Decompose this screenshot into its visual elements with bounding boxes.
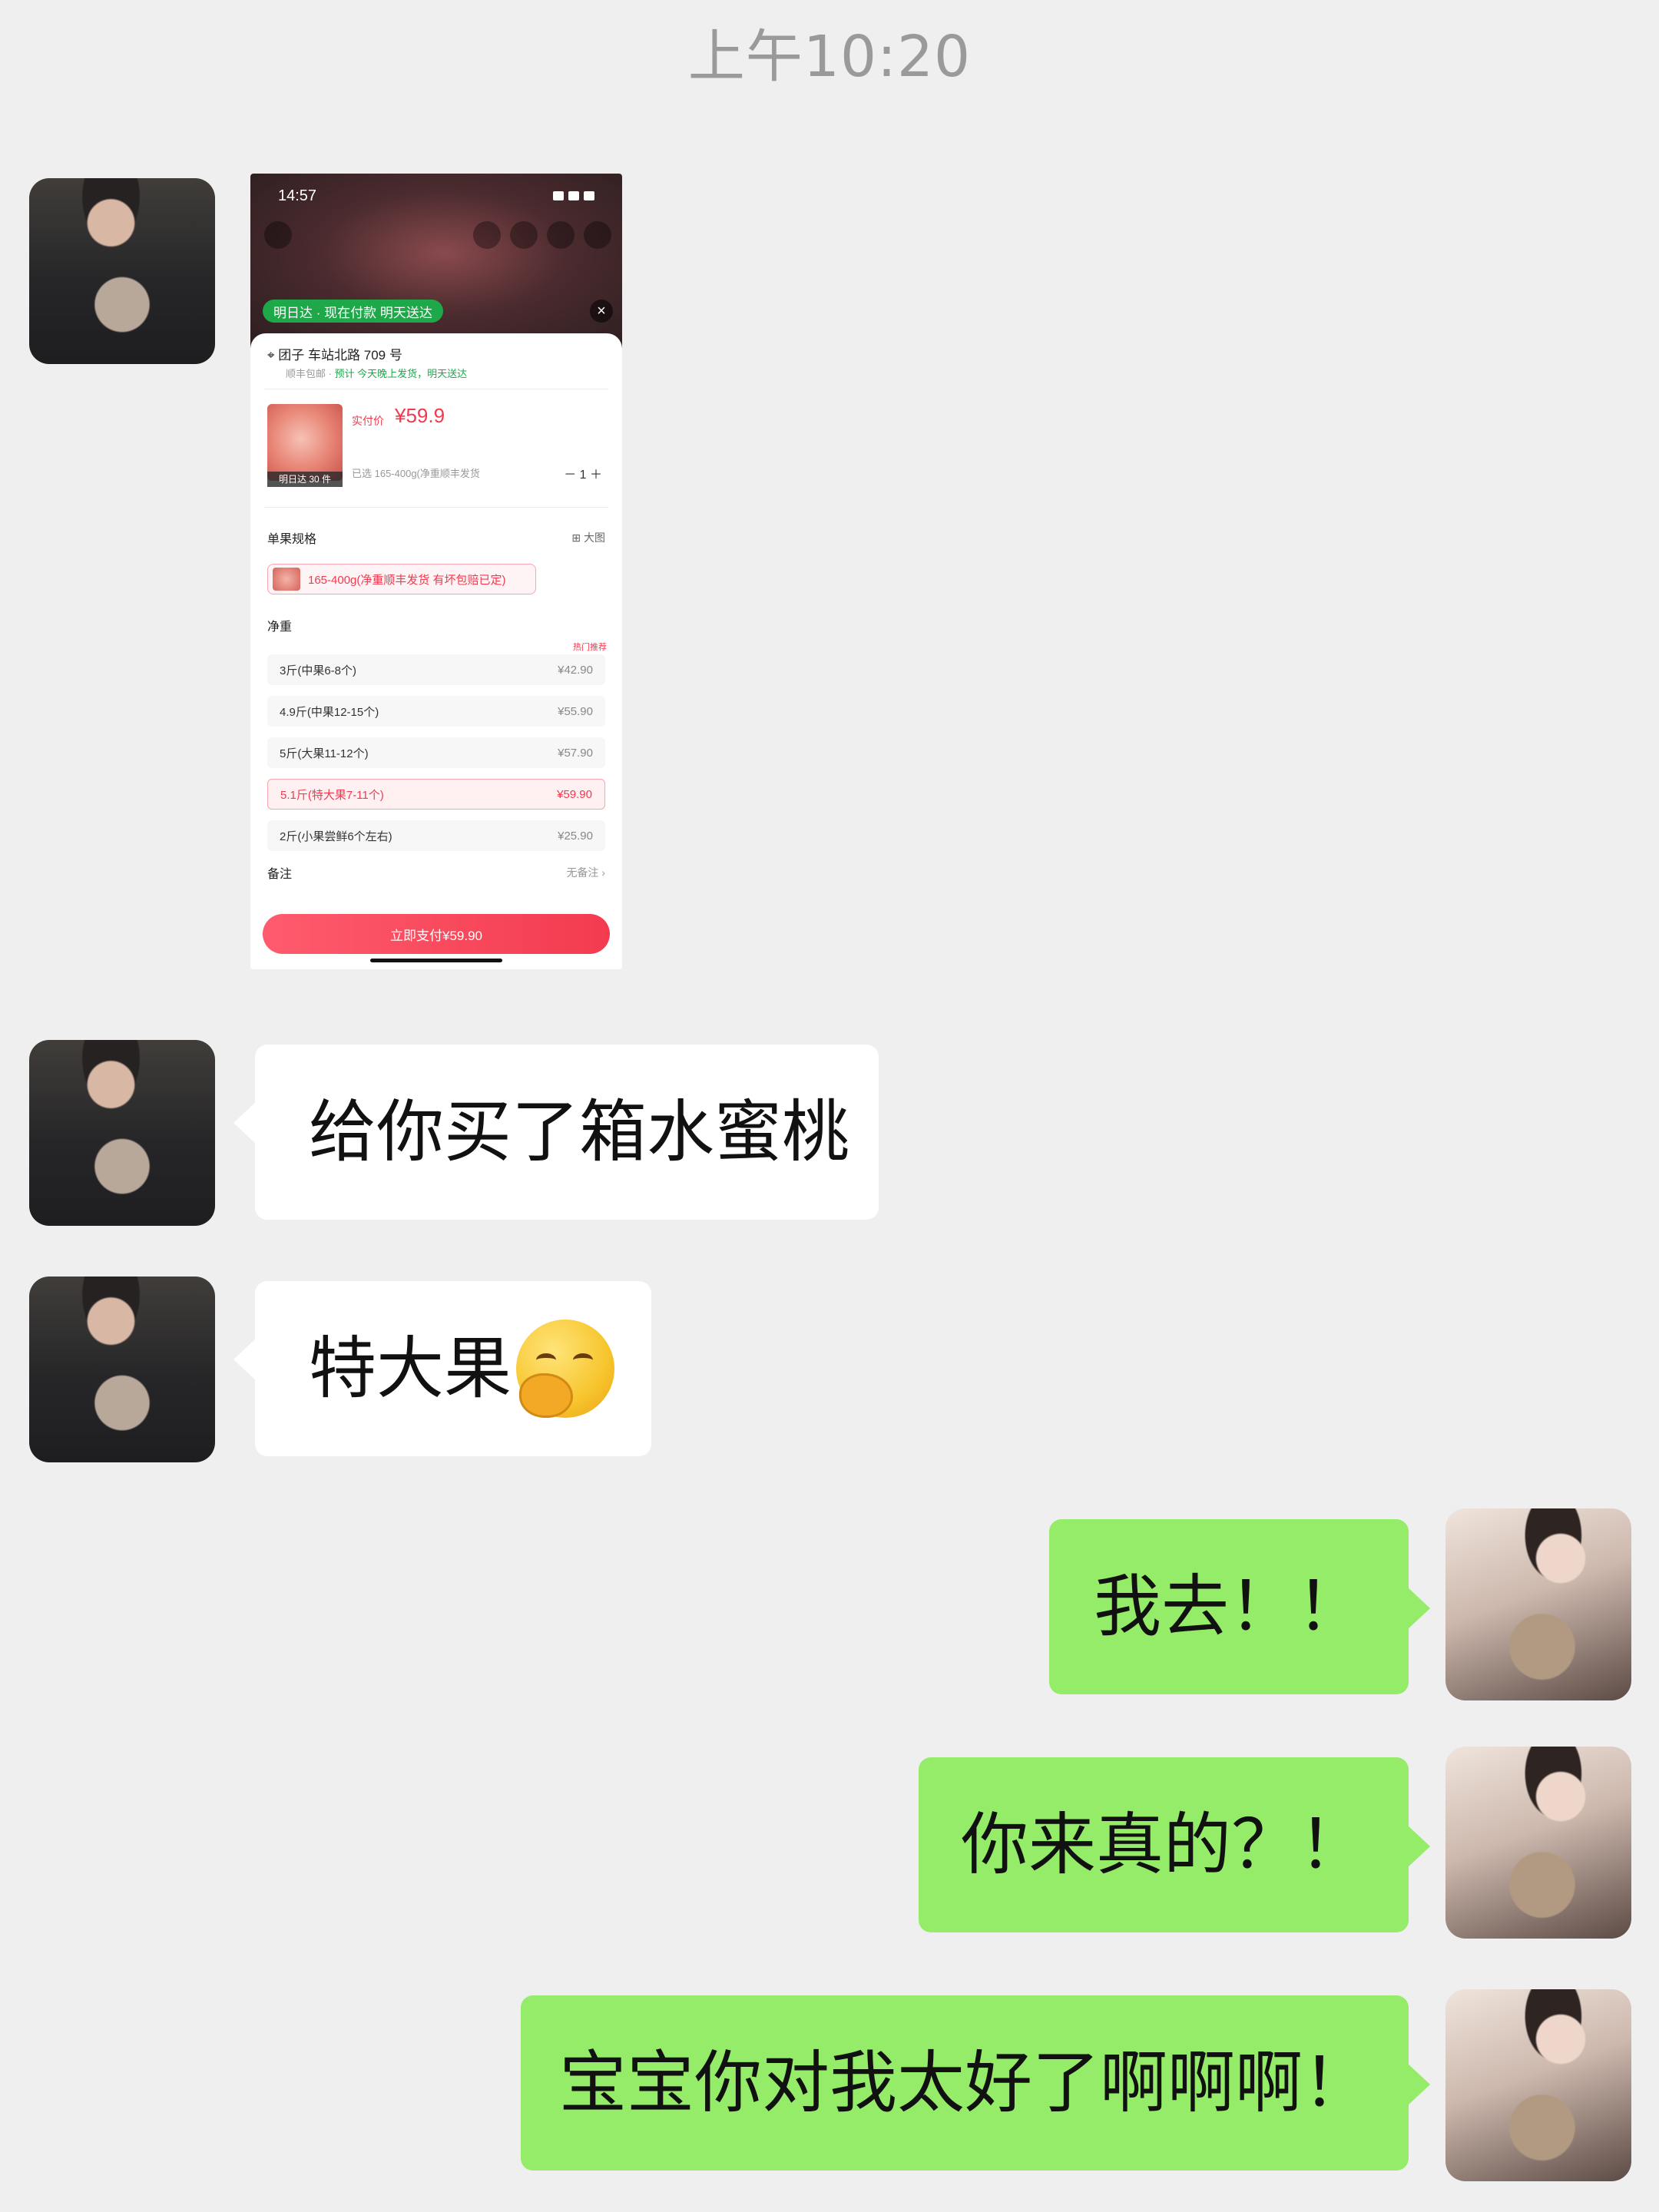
close-icon: × — [590, 300, 613, 323]
chat-timestamp: 上午10:20 — [687, 24, 972, 90]
back-icon — [264, 221, 292, 249]
quantity-stepper: － 1 ＋ — [564, 469, 602, 482]
weight-option-selected: 5.1斤(特大果7-11个) ¥59.90 — [267, 779, 605, 810]
hot-tag: 热门推荐 — [573, 643, 607, 652]
phone-time: 14:57 — [278, 187, 317, 204]
order-sheet: ⌖ 团子 车站北路 709 号 顺丰包邮 · 预计 今天晚上发货，明天送达 明日… — [250, 333, 622, 969]
message-bubble-received[interactable]: 给你买了箱水蜜桃 — [233, 1045, 879, 1220]
spec-heading: 单果规格 — [267, 533, 317, 546]
price-label: 实付价 — [352, 415, 384, 427]
home-indicator — [370, 959, 502, 962]
delivery-pill: 明日达 · 现在付款 明天送达 — [263, 300, 443, 323]
contact-avatar[interactable] — [29, 1040, 215, 1226]
note-value: 无备注 › — [566, 866, 605, 879]
weight-option: 3斤(中果6-8个) ¥42.90 — [267, 654, 605, 685]
peach-thumbnail — [267, 404, 343, 481]
address: ⌖ 团子 车站北路 709 号 — [267, 348, 402, 363]
pay-button: 立即支付¥59.90 — [263, 914, 610, 954]
message-text: 给你买了箱水蜜桃 — [309, 1092, 850, 1171]
message-bubble-received[interactable]: 特大果 — [233, 1281, 651, 1456]
my-avatar[interactable] — [1445, 1508, 1631, 1700]
weight-option: 4.9斤(中果12-15个) ¥55.90 — [267, 696, 605, 727]
my-avatar[interactable] — [1445, 1989, 1631, 2181]
divider — [264, 507, 608, 508]
message-bubble-sent[interactable]: 宝宝你对我太好了啊啊啊！ — [521, 1995, 1430, 2171]
order-screenshot-image[interactable]: 14:57 明日达 · 现在付款 明天送达 × ⌖ 团子 车站北路 709 号 … — [250, 174, 622, 969]
weight-option: 2斤(小果尝鲜6个左右) ¥25.90 — [267, 820, 605, 851]
message-text: 我去！！ — [1093, 1567, 1364, 1646]
hand-over-mouth-emoji — [516, 1320, 615, 1418]
contact-avatar[interactable] — [29, 178, 215, 364]
weight-heading: 净重 — [267, 621, 293, 634]
weight-option: 5斤(大果11-12个) ¥57.90 — [267, 737, 605, 768]
spec-chip: 165-400g(净重顺丰发货 有坏包赔已定) — [267, 564, 536, 594]
thumb-tag: 明日达 30 件 — [267, 472, 343, 487]
toolbar-icons — [464, 221, 611, 253]
note-label: 备注 — [267, 868, 293, 881]
address-sub: 顺丰包邮 · 预计 今天晚上发货，明天送达 — [286, 368, 468, 379]
message-text: 你来真的？！ — [960, 1805, 1366, 1884]
contact-avatar[interactable] — [29, 1277, 215, 1462]
status-bar-icons — [548, 190, 602, 200]
message-bubble-sent[interactable]: 我去！！ — [1049, 1519, 1430, 1694]
message-bubble-sent[interactable]: 你来真的？！ — [919, 1757, 1430, 1932]
message-text: 特大果 — [309, 1329, 512, 1408]
my-avatar[interactable] — [1445, 1747, 1631, 1939]
message-text: 宝宝你对我太好了啊啊啊！ — [558, 2043, 1370, 2122]
spec-thumbnail — [273, 568, 300, 591]
product-banner: 14:57 — [250, 174, 622, 350]
selected-spec: 已选 165-400g(净重顺丰发货 — [352, 468, 480, 479]
big-image-link: ⊞ 大图 — [571, 531, 605, 544]
price: ¥59.9 — [395, 404, 445, 427]
